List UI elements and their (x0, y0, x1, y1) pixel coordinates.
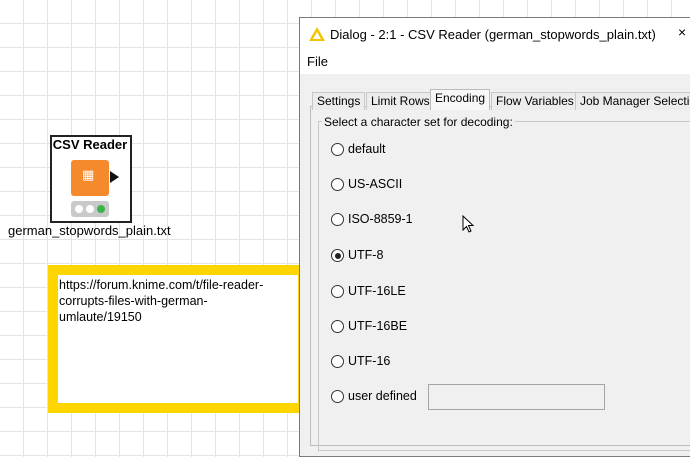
radio-label[interactable]: user defined (348, 389, 417, 404)
radio-label[interactable]: US-ASCII (348, 177, 402, 192)
radio-button[interactable] (331, 355, 344, 368)
status-light-yellow (86, 205, 94, 213)
radio-label[interactable]: UTF-16BE (348, 319, 407, 334)
radio-button-selected[interactable] (331, 249, 344, 262)
radio-label[interactable]: UTF-16 (348, 354, 390, 369)
table-icon[interactable]: ▦ (71, 160, 109, 196)
tab-settings[interactable]: Settings (312, 92, 366, 110)
dialog-titlebar[interactable]: Dialog - 2:1 - CSV Reader (german_stopwo… (300, 18, 690, 50)
status-light-red (75, 205, 83, 213)
mouse-pointer-icon (462, 215, 474, 233)
annotation-text: https://forum.knime.com/t/file-reader-co… (59, 278, 264, 324)
node-label[interactable]: german_stopwords_plain.txt (8, 223, 171, 238)
radio-button[interactable] (331, 320, 344, 333)
radio-label[interactable]: UTF-16LE (348, 284, 406, 299)
radio-label[interactable]: UTF-8 (348, 248, 383, 263)
menu-file[interactable]: File (307, 54, 328, 69)
tab-limit-rows[interactable]: Limit Rows (366, 92, 435, 110)
csv-reader-dialog: Dialog - 2:1 - CSV Reader (german_stopwo… (299, 17, 690, 457)
radio-label[interactable]: ISO-8859-1 (348, 212, 413, 227)
radio-button[interactable] (331, 178, 344, 191)
radio-button[interactable] (331, 213, 344, 226)
close-button[interactable]: × (678, 24, 686, 40)
radio-label[interactable]: default (348, 142, 386, 157)
tab-encoding[interactable]: Encoding (430, 89, 491, 110)
tab-job-manager-selection[interactable]: Job Manager Selection (575, 92, 690, 110)
output-port-icon[interactable] (110, 171, 119, 183)
radio-button[interactable] (331, 390, 344, 403)
tab-flow-variables[interactable]: Flow Variables (491, 92, 579, 110)
knime-logo-icon (309, 27, 325, 41)
user-defined-charset-input[interactable] (428, 384, 605, 410)
radio-button[interactable] (331, 143, 344, 156)
node-status-traffic-light (71, 201, 109, 217)
node-title: CSV Reader (52, 137, 128, 152)
status-light-green (97, 205, 105, 213)
dialog-title: Dialog - 2:1 - CSV Reader (german_stopwo… (330, 27, 656, 42)
menu-bar: File (300, 50, 690, 74)
radio-button[interactable] (331, 285, 344, 298)
encoding-legend: Select a character set for decoding: (322, 115, 515, 129)
